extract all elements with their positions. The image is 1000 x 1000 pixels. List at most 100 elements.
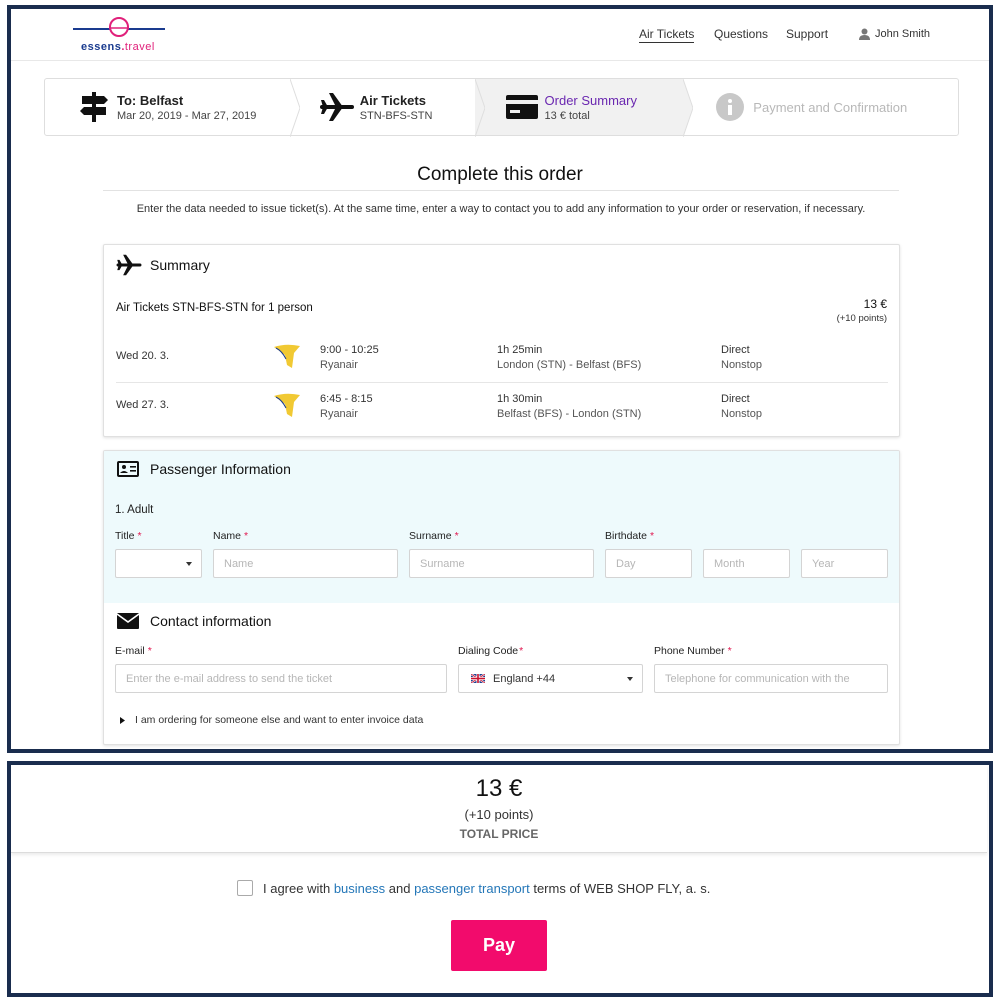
flight-duration-route: 1h 30min Belfast (BFS) - London (STN) — [497, 392, 641, 422]
pay-button[interactable]: Pay — [451, 920, 547, 971]
invoice-toggle-label: I am ordering for someone else and want … — [135, 714, 424, 726]
logo-text: essens.travel — [81, 41, 155, 53]
flight-airline: Ryanair — [320, 359, 358, 371]
flight-duration-route: 1h 25min London (STN) - Belfast (BFS) — [497, 343, 641, 373]
user-name: John Smith — [875, 28, 931, 40]
title-label: Title * — [115, 530, 142, 542]
flight-time: 9:00 - 10:25 — [320, 344, 379, 356]
terms-text-suffix: terms of WEB SHOP FLY, a. s. — [533, 880, 711, 896]
passenger-title: Passenger Information — [150, 461, 291, 477]
flight-direct: Direct — [721, 344, 750, 356]
id-card-icon — [117, 461, 139, 477]
step-separator — [289, 79, 300, 137]
nav-support[interactable]: Support — [786, 27, 828, 41]
nav-air-tickets[interactable]: Air Tickets — [639, 27, 695, 43]
flight-row-return: Wed 27. 3. 6:45 - 8:15 Ryanair 1h 30min … — [116, 382, 888, 430]
business-terms-link[interactable]: business — [334, 881, 385, 896]
flight-route: London (STN) - Belfast (BFS) — [497, 359, 642, 371]
summary-title: Summary — [150, 257, 210, 273]
total-price-label: TOTAL PRICE — [459, 827, 539, 841]
logo-plane-icon — [73, 17, 165, 37]
name-input[interactable] — [213, 549, 398, 578]
phone-input[interactable] — [654, 664, 888, 693]
surname-input[interactable] — [409, 549, 594, 578]
booking-steps: To: Belfast Mar 20, 2019 - Mar 27, 2019 … — [44, 78, 959, 137]
passenger-transport-terms-link[interactable]: passenger transport — [414, 881, 530, 896]
essens-travel-logo[interactable]: essens.travel — [69, 15, 169, 57]
user-menu[interactable]: John Smith — [859, 28, 930, 40]
intro-text: Enter the data needed to issue ticket(s)… — [136, 203, 866, 215]
ticket-description: Air Tickets STN-BFS-STN for 1 person — [116, 302, 313, 314]
birth-day-input[interactable] — [605, 549, 692, 578]
flight-time-airline: 9:00 - 10:25 Ryanair — [320, 343, 379, 373]
title-select[interactable] — [115, 549, 202, 578]
phone-label: Phone Number * — [654, 645, 732, 657]
page-title: Complete this order — [417, 164, 583, 185]
total-price-points: (+10 points) — [464, 807, 534, 822]
flight-row-outbound: Wed 20. 3. 9:00 - 10:25 Ryanair 1h 25min… — [116, 333, 888, 381]
terms-text-prefix: I agree with — [263, 880, 331, 896]
step-destination[interactable]: To: Belfast Mar 20, 2019 - Mar 27, 2019 — [45, 79, 300, 137]
step-destination-dates: Mar 20, 2019 - Mar 27, 2019 — [117, 109, 257, 122]
birth-month-input[interactable] — [703, 549, 790, 578]
flight-stops: Nonstop — [721, 408, 762, 420]
email-input[interactable] — [115, 664, 447, 693]
dialing-code-select[interactable]: England +44 — [458, 664, 643, 693]
user-icon — [859, 28, 870, 40]
flight-stops: Nonstop — [721, 359, 762, 371]
flight-route: Belfast (BFS) - London (STN) — [497, 408, 642, 420]
flight-duration: 1h 30min — [497, 393, 543, 405]
dialing-code-label: Dialing Code* — [458, 645, 524, 657]
ryanair-logo-icon — [274, 344, 300, 368]
ticket-price: 13 € (+10 points) — [837, 297, 887, 324]
step-destination-title: To: Belfast — [117, 92, 184, 108]
flight-time: 6:45 - 8:15 — [320, 393, 373, 405]
step-order-summary-title: Order Summary — [544, 92, 637, 108]
birth-year-input[interactable] — [801, 549, 888, 578]
step-separator — [683, 79, 694, 137]
passenger-card: Passenger Information 1. Adult Title * Na… — [103, 450, 900, 745]
flight-airline: Ryanair — [320, 408, 358, 420]
contact-title: Contact information — [150, 613, 272, 629]
step-air-tickets-title: Air Tickets — [359, 92, 426, 108]
terms-agreement: I agree with business and passenger tran… — [237, 880, 710, 896]
step-order-summary-total: 13 € total — [544, 109, 590, 122]
flight-direct: Direct — [721, 393, 750, 405]
ryanair-logo-icon — [274, 393, 300, 417]
surname-label: Surname * — [409, 530, 459, 542]
nav-questions[interactable]: Questions — [714, 27, 768, 41]
flight-date: Wed 27. 3. — [116, 399, 169, 411]
step-payment-title: Payment and Confirmation — [753, 99, 908, 115]
flight-type: Direct Nonstop — [721, 343, 762, 373]
invoice-toggle[interactable]: I am ordering for someone else and want … — [120, 714, 423, 726]
top-navigation-bar: essens.travel Air Tickets Questions Supp… — [11, 9, 989, 61]
step-separator — [474, 79, 485, 137]
flight-date: Wed 20. 3. — [116, 350, 169, 362]
name-label: Name * — [213, 530, 249, 542]
payment-panel: 13 € (+10 points) TOTAL PRICE I agree wi… — [7, 761, 993, 997]
step-payment: Payment and Confirmation — [683, 79, 958, 135]
signpost-icon — [77, 90, 111, 124]
airplane-icon — [319, 90, 354, 124]
step-order-summary[interactable]: Order Summary 13 € total — [474, 79, 694, 137]
dialing-code-value: England +44 — [493, 672, 556, 685]
chevron-down-icon — [627, 677, 633, 681]
total-price-amount: 13 € — [475, 775, 523, 802]
info-icon — [713, 90, 747, 124]
chevron-down-icon — [186, 562, 192, 566]
summary-card: Summary Air Tickets STN-BFS-STN for 1 pe… — [103, 244, 900, 437]
adult-label: 1. Adult — [115, 504, 154, 516]
terms-checkbox[interactable] — [237, 880, 253, 896]
credit-card-icon — [505, 90, 539, 124]
uk-flag-icon — [471, 674, 485, 683]
step-air-tickets[interactable]: Air Tickets STN-BFS-STN — [290, 79, 485, 137]
ticket-price-points: (+10 points) — [836, 313, 887, 324]
flight-duration: 1h 25min — [497, 344, 543, 356]
flight-time-airline: 6:45 - 8:15 Ryanair — [320, 392, 373, 422]
ticket-price-amount: 13 € — [863, 297, 887, 311]
email-label: E-mail * — [115, 645, 152, 657]
title-divider — [103, 190, 899, 191]
terms-text-mid: and — [388, 880, 411, 896]
checkout-form-panel: essens.travel Air Tickets Questions Supp… — [7, 5, 993, 753]
birthdate-label: Birthdate * — [605, 530, 655, 542]
